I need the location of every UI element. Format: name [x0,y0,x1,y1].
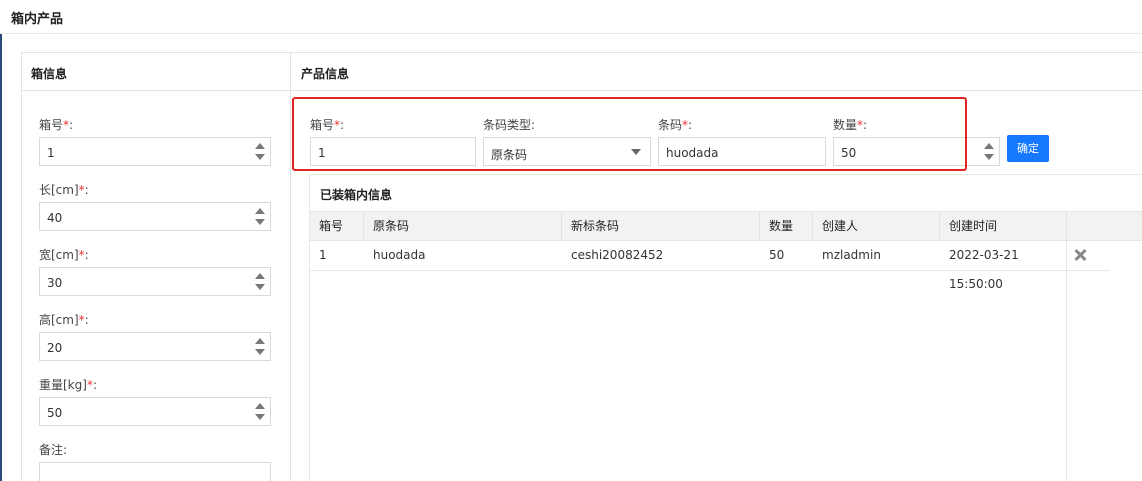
close-x-icon[interactable] [1074,249,1086,261]
product-box-no-input[interactable]: 1 [310,137,476,166]
height-input[interactable]: 20 [39,332,271,361]
left-edge-strip [0,34,2,481]
page-header: 箱内产品 [0,0,1142,34]
quantity-label: 数量*: [833,118,868,132]
weight-input[interactable]: 50 [39,397,271,426]
box-no-label: 箱号*: [39,118,74,132]
spinner-arrows-icon[interactable] [255,142,265,162]
cell-created-time: 2022-03-21 15:50:00 [949,248,1019,291]
column-divider [1066,241,1067,481]
cell-box-no: 1 [319,248,327,262]
weight-label: 重量[kg]*: [39,378,97,392]
width-input[interactable]: 30 [39,267,271,296]
col-header-created-time: 创建时间 [940,212,1067,240]
spinner-arrows-icon[interactable] [984,142,994,162]
box-no-input[interactable]: 1 [39,137,271,166]
barcode-type-label: 条码类型: [483,118,536,132]
spinner-arrows-icon[interactable] [255,337,265,357]
height-label: 高[cm]*: [39,313,89,327]
cell-new-barcode: ceshi20082452 [571,248,664,262]
table-row: 1 huodada ceshi20082452 50 mzladmin 2022… [310,241,1110,291]
box-info-panel: 箱信息 箱号*: 1 长[cm]*: 40 宽[cm]*: 30 高[cm]*:… [21,52,291,481]
confirm-button[interactable]: 确定 [1007,135,1049,162]
col-header-quantity: 数量 [760,212,813,240]
barcode-type-select[interactable]: 原条码 [483,137,651,166]
chevron-down-icon [631,149,641,155]
col-header-original-barcode: 原条码 [364,212,562,240]
barcode-label: 条码*: [658,118,693,132]
spinner-arrows-icon[interactable] [255,272,265,292]
width-label: 宽[cm]*: [39,248,89,262]
spinner-arrows-icon[interactable] [255,207,265,227]
barcode-input[interactable]: huodada [658,137,826,166]
cell-original-barcode: huodada [373,248,426,262]
box-info-title: 箱信息 [22,53,290,91]
cell-creator: mzladmin [822,248,881,262]
col-header-box-no: 箱号 [310,212,364,240]
page-title: 箱内产品 [11,12,64,27]
col-header-creator: 创建人 [813,212,940,240]
table-header: 箱号 原条码 新标条码 数量 创建人 创建时间 [310,211,1142,241]
product-box-no-label: 箱号*: [310,118,345,132]
product-info-title: 产品信息 [291,53,1142,91]
length-input[interactable]: 40 [39,202,271,231]
spinner-arrows-icon[interactable] [255,402,265,422]
remark-textarea[interactable] [39,462,271,481]
cell-quantity: 50 [769,248,785,262]
quantity-input[interactable]: 50 [833,137,1000,166]
remark-label: 备注: [39,443,68,457]
col-header-new-barcode: 新标条码 [562,212,760,240]
length-label: 长[cm]*: [39,183,89,197]
packed-info-title: 已装箱内信息 [320,188,393,202]
